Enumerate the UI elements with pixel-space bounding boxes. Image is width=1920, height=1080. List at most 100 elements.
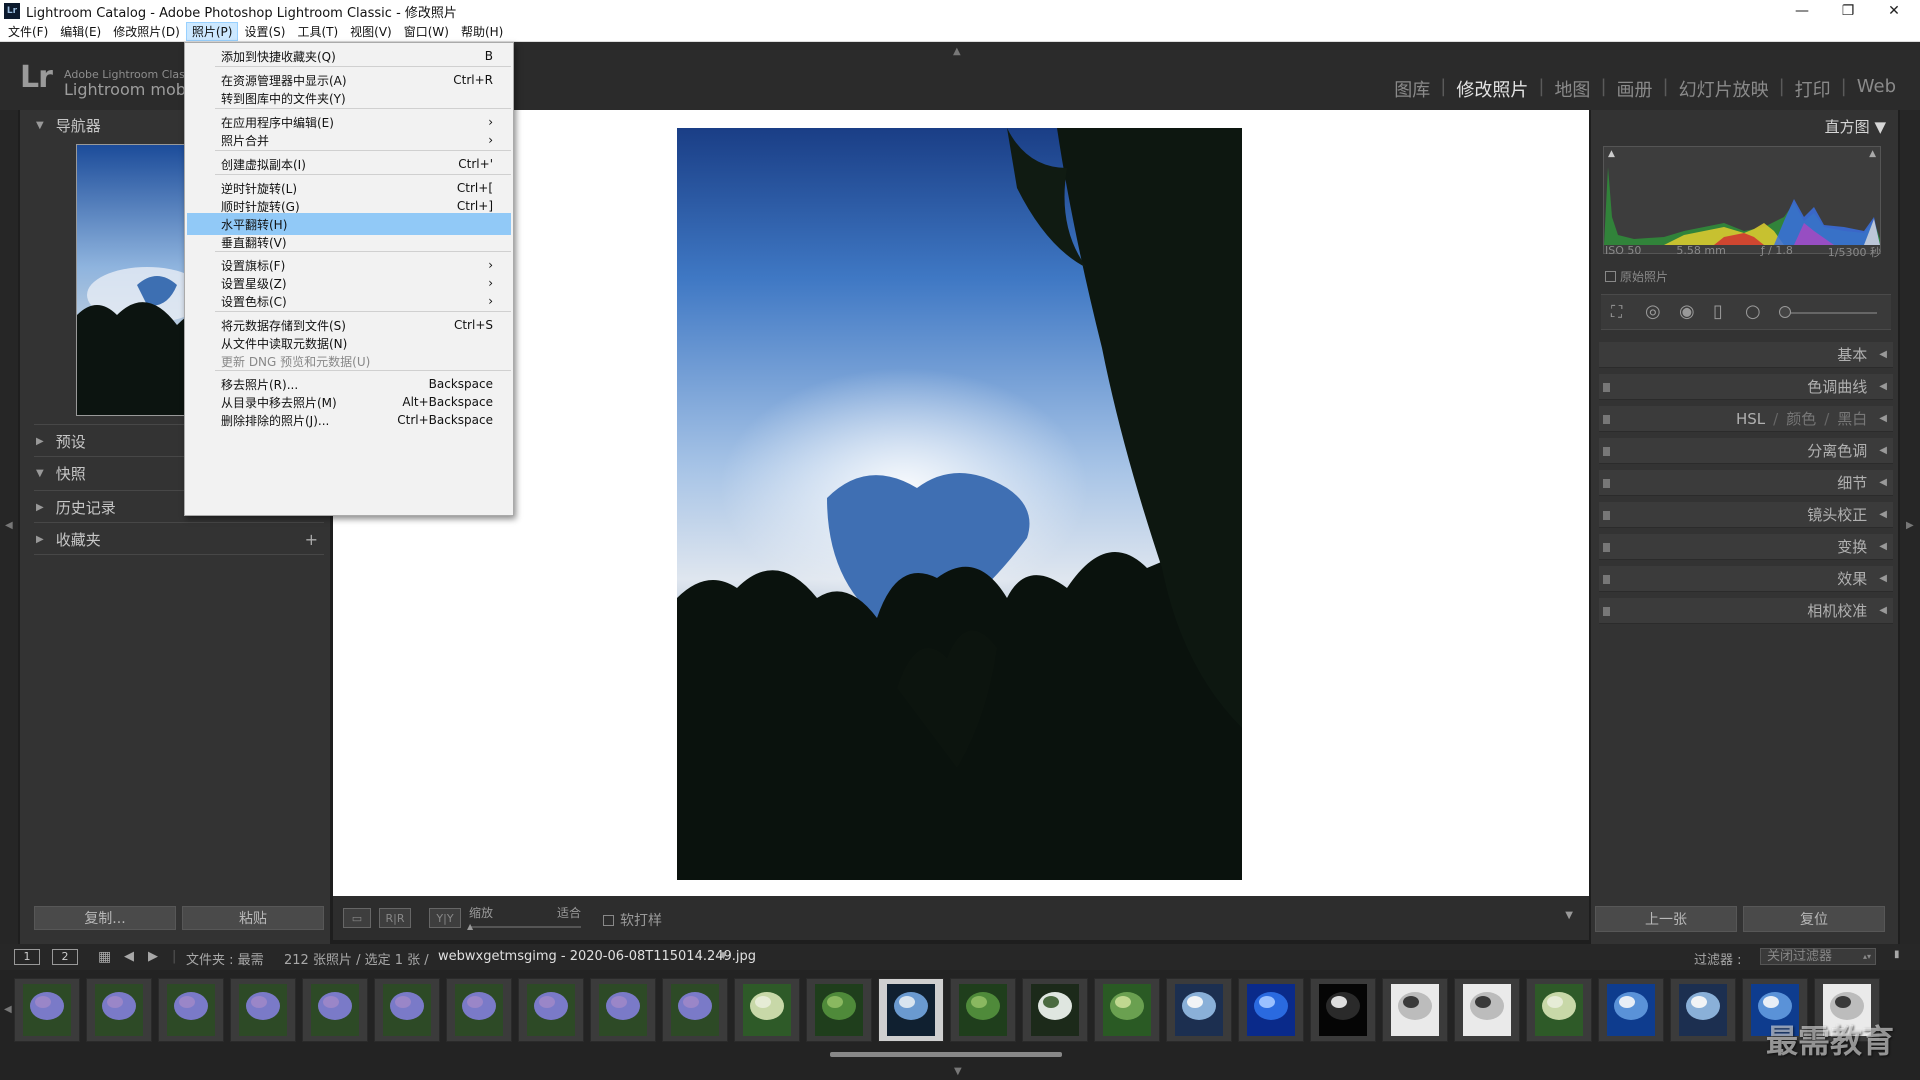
panel-detail[interactable]: 细节 ◀ [1599, 470, 1893, 496]
filmstrip-scrollbar[interactable] [830, 1052, 1062, 1057]
panel-switch-icon[interactable] [1603, 575, 1610, 584]
histogram-header[interactable]: 直方图 ▼ [1825, 116, 1886, 137]
previous-button[interactable]: 上一张 [1595, 906, 1737, 932]
current-filename[interactable]: webwxgetmsgimg - 2020-06-08T115014.249.j… [438, 949, 756, 964]
close-button[interactable]: ✕ [1872, 0, 1916, 22]
filmstrip-thumbnail[interactable] [1094, 978, 1160, 1042]
zoom-slider[interactable]: ▲ [467, 922, 581, 931]
image-canvas[interactable] [333, 110, 1589, 896]
filmstrip-thumbnail[interactable] [1382, 978, 1448, 1042]
shadow-clipping-icon[interactable]: ▲ [1608, 149, 1615, 159]
before-after-view-icon[interactable]: R|R [379, 908, 411, 928]
menu-develop[interactable]: 修改照片(D) [107, 22, 186, 41]
menu-view[interactable]: 视图(V) [344, 22, 398, 41]
photo-menu-item[interactable]: 垂直翻转(V) [187, 231, 511, 253]
menu-photo[interactable]: 照片(P) [185, 22, 239, 41]
module-book[interactable]: 画册 [1607, 76, 1663, 102]
filmstrip-thumbnail[interactable] [1670, 978, 1736, 1042]
histogram[interactable]: ▲ ▲ [1603, 146, 1881, 254]
filmstrip-thumbnail[interactable] [302, 978, 368, 1042]
filmstrip-thumbnail[interactable] [86, 978, 152, 1042]
filmstrip-thumbnail[interactable] [1166, 978, 1232, 1042]
zoom-slider-thumb-icon[interactable]: ▲ [467, 922, 473, 931]
filmstrip-thumbnail[interactable] [1454, 978, 1520, 1042]
loupe-view-icon[interactable]: ▭ [343, 908, 371, 928]
main-photo[interactable] [677, 128, 1242, 880]
module-map[interactable]: 地图 [1544, 76, 1600, 102]
filmstrip-thumbnail[interactable] [1238, 978, 1304, 1042]
filmstrip-thumbnail[interactable] [734, 978, 800, 1042]
module-slideshow[interactable]: 幻灯片放映 [1669, 76, 1779, 102]
menu-window[interactable]: 窗口(W) [398, 22, 455, 41]
minimize-button[interactable]: — [1780, 0, 1824, 22]
menu-help[interactable]: 帮助(H) [455, 22, 509, 41]
photo-menu-item[interactable]: 转到图库中的文件夹(Y) [187, 87, 511, 109]
menu-edit[interactable]: 编辑(E) [54, 22, 107, 41]
source-label[interactable]: 文件夹 : 最需 [186, 949, 264, 968]
toolbar-menu-icon[interactable]: ▼ [1565, 910, 1573, 921]
secondary-window-button[interactable]: 2 [52, 949, 78, 965]
collapse-top-panel-icon[interactable]: ▲ [953, 46, 961, 57]
right-panel-toggle[interactable]: ▶ [1900, 110, 1920, 944]
graduated-filter-icon[interactable]: ▯ [1713, 303, 1723, 321]
adjustment-brush-slider[interactable] [1779, 306, 1877, 318]
panel-lens-corrections[interactable]: 镜头校正 ◀ [1599, 502, 1893, 528]
red-eye-tool-icon[interactable]: ◉ [1679, 303, 1695, 321]
panel-switch-icon[interactable] [1603, 543, 1610, 552]
filmstrip-thumbnail[interactable] [806, 978, 872, 1042]
filmstrip-thumbnail[interactable] [446, 978, 512, 1042]
reset-button[interactable]: 复位 [1743, 906, 1885, 932]
filmstrip-thumbnail[interactable] [878, 978, 944, 1042]
back-arrow-icon[interactable]: ◀ [124, 949, 134, 964]
original-photo-checkbox[interactable] [1605, 271, 1616, 282]
tab-color[interactable]: 颜色 [1786, 408, 1816, 429]
before-after-swap-icon[interactable]: Y|Y [429, 908, 461, 928]
filmstrip-thumbnail[interactable] [518, 978, 584, 1042]
panel-switch-icon[interactable] [1603, 511, 1610, 520]
panel-switch-icon[interactable] [1603, 479, 1610, 488]
collections-header[interactable]: ▶ 收藏夹 + [20, 524, 330, 554]
filmstrip-thumbnail[interactable] [158, 978, 224, 1042]
module-web[interactable]: Web [1847, 76, 1906, 102]
panel-hsl[interactable]: HSL / 颜色 / 黑白 ◀ [1599, 406, 1893, 432]
menu-tools[interactable]: 工具(T) [291, 22, 344, 41]
filmstrip-thumbnail[interactable] [1022, 978, 1088, 1042]
menu-file[interactable]: 文件(F) [2, 22, 54, 41]
photo-menu-item[interactable]: 照片合并 › [187, 129, 511, 151]
panel-split-toning[interactable]: 分离色调 ◀ [1599, 438, 1893, 464]
filmstrip-thumbnail[interactable] [14, 978, 80, 1042]
paste-settings-button[interactable]: 粘贴 [182, 906, 324, 930]
module-print[interactable]: 打印 [1785, 76, 1841, 102]
soft-proof-toggle[interactable]: 软打样 [603, 910, 662, 930]
tab-hsl[interactable]: HSL [1736, 410, 1765, 428]
photo-menu-item[interactable]: 设置色标(C) › [187, 290, 511, 312]
filmstrip-thumbnail[interactable] [1526, 978, 1592, 1042]
photo-menu-item[interactable]: 删除排除的照片(J)... Ctrl+Backspace [187, 409, 511, 431]
filmstrip-thumbnail[interactable] [950, 978, 1016, 1042]
spot-removal-tool-icon[interactable]: ◎ [1645, 303, 1661, 321]
panel-basic[interactable]: 基本 ◀ [1599, 342, 1893, 368]
filter-lock-icon[interactable]: ▮ [1894, 949, 1900, 960]
adjustment-brush-icon[interactable] [1779, 306, 1791, 318]
filmstrip-thumbnail[interactable] [374, 978, 440, 1042]
filmstrip-thumbnail[interactable] [1598, 978, 1664, 1042]
photo-menu-item[interactable]: 添加到快捷收藏夹(Q) B [187, 45, 511, 67]
panel-transform[interactable]: 变换 ◀ [1599, 534, 1893, 560]
left-panel-toggle[interactable]: ◀ [0, 110, 18, 944]
panel-tone-curve[interactable]: 色调曲线 ◀ [1599, 374, 1893, 400]
highlight-clipping-icon[interactable]: ▲ [1869, 149, 1876, 159]
filename-menu-icon[interactable]: ▼ [720, 951, 727, 961]
collapse-filmstrip-icon[interactable]: ▼ [954, 1066, 962, 1077]
filmstrip-thumbnail[interactable] [590, 978, 656, 1042]
module-develop[interactable]: 修改照片 [1446, 76, 1538, 102]
tab-bw[interactable]: 黑白 [1837, 408, 1867, 429]
filmstrip-thumbnail[interactable] [662, 978, 728, 1042]
radial-filter-icon[interactable]: ○ [1745, 303, 1761, 321]
filmstrip-thumbnail[interactable] [230, 978, 296, 1042]
add-collection-icon[interactable]: + [305, 530, 318, 549]
panel-switch-icon[interactable] [1603, 415, 1610, 424]
soft-proof-checkbox[interactable] [603, 914, 614, 926]
panel-switch-icon[interactable] [1603, 447, 1610, 456]
panel-effects[interactable]: 效果 ◀ [1599, 566, 1893, 592]
filter-select[interactable]: 关闭过滤器 ▴▾ [1760, 948, 1876, 965]
